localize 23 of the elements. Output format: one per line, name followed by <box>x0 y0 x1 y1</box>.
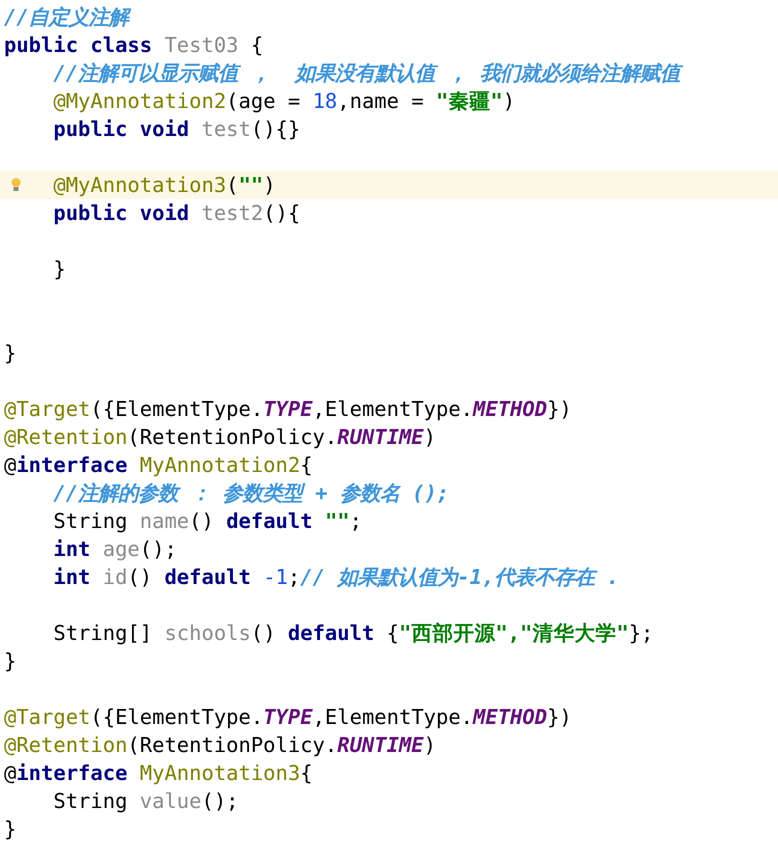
code-line: //自定义注解 <box>4 4 129 31</box>
code-line: } <box>53 256 66 283</box>
code-line: @Retention(RetentionPolicy.RUNTIME) <box>4 424 436 451</box>
code-line: String name() default ""; <box>53 508 362 535</box>
code-line: int age(); <box>53 536 177 563</box>
code-line: } <box>4 340 16 367</box>
code-line: @MyAnnotation2(age = 18,name = "秦疆") <box>53 88 516 115</box>
code-line: public void test(){} <box>53 116 300 143</box>
code-line: @interface MyAnnotation2{ <box>4 452 313 479</box>
code-line: @Target({ElementType.TYPE,ElementType.METHOD}) <box>4 396 572 423</box>
code-line: public void test2(){ <box>53 200 300 227</box>
code-line: @Retention(RetentionPolicy.RUNTIME) <box>4 732 436 759</box>
code-line: } <box>4 648 16 675</box>
code-line: @Target({ElementType.TYPE,ElementType.METHOD}) <box>4 704 572 731</box>
code-line: @MyAnnotation3("") <box>53 172 276 199</box>
code-line: } <box>4 816 16 843</box>
code-line: @interface MyAnnotation3{ <box>4 760 313 787</box>
code-line: //注解的参数 ： 参数类型 + 参数名 (); <box>53 480 450 507</box>
code-line: String[] schools() default {"西部开源","清华大学"}; <box>53 620 654 647</box>
code-line: String value(); <box>53 788 239 815</box>
lightbulb-icon[interactable] <box>10 177 22 193</box>
code-line: int id() default -1;// 如果默认值为-1,代表不存在 . <box>53 564 619 591</box>
code-line: public class Test03 { <box>4 32 264 59</box>
